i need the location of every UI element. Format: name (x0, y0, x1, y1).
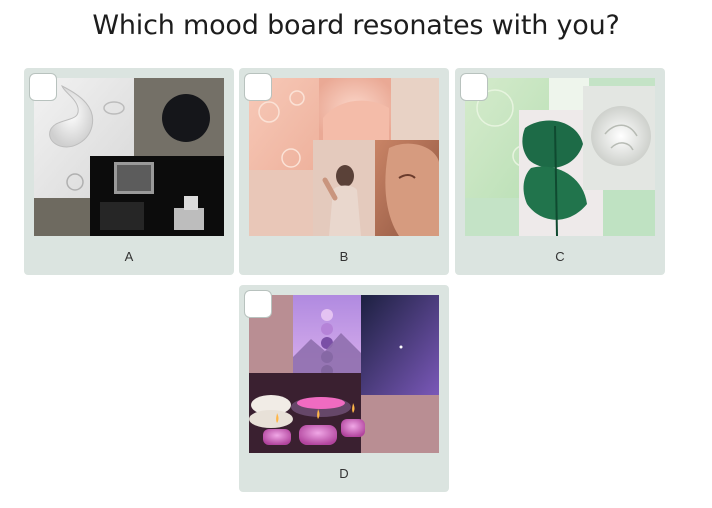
option-label-c: C (555, 249, 565, 264)
mood-board-image-c (465, 78, 655, 236)
option-checkbox-b[interactable] (244, 73, 272, 101)
option-card-b[interactable]: B (239, 68, 449, 275)
option-checkbox-c[interactable] (460, 73, 488, 101)
option-card-a[interactable]: A (24, 68, 234, 275)
option-card-d[interactable]: D (239, 285, 449, 492)
question-title: Which mood board resonates with you? (92, 10, 620, 41)
option-card-c[interactable]: C (455, 68, 665, 275)
option-checkbox-d[interactable] (244, 290, 272, 318)
option-checkbox-a[interactable] (29, 73, 57, 101)
mood-board-image-a (34, 78, 224, 236)
mood-board-image-d (249, 295, 439, 453)
mood-board-image-b (249, 78, 439, 236)
option-label-a: A (124, 249, 134, 264)
option-label-b: B (339, 249, 349, 264)
option-label-d: D (339, 466, 349, 481)
